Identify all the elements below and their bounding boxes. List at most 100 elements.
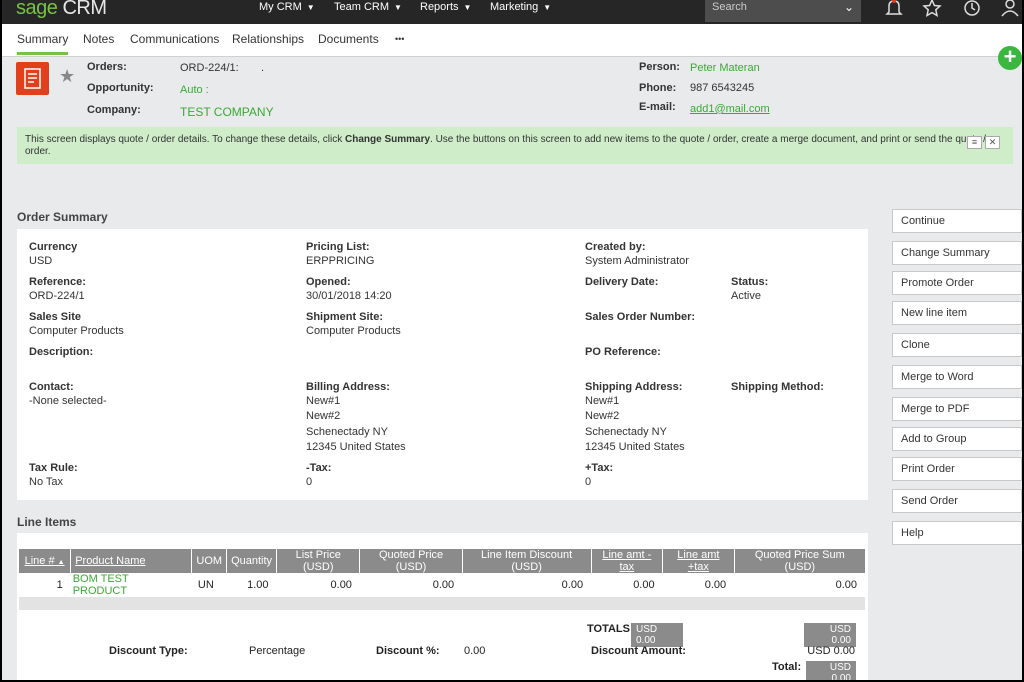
sort-ascending-icon: ▲: [57, 559, 65, 566]
order-summary-title: Order Summary: [17, 210, 108, 224]
delivery-date-label: Delivery Date:: [585, 276, 659, 288]
tab-documents[interactable]: Documents: [318, 32, 379, 46]
column-header-quoted-price[interactable]: Quoted Price (USD): [359, 549, 463, 573]
created-by-value: System Administrator: [585, 255, 689, 267]
recent-history-icon[interactable]: [962, 0, 982, 18]
total-label: Total:: [772, 661, 802, 673]
info-banner: This screen displays quote / order detai…: [17, 127, 1013, 164]
billing-line: New#2: [306, 410, 341, 422]
shipping-method-label: Shipping Method:: [731, 381, 824, 393]
column-header-quoted-price-sum[interactable]: Quoted Price Sum (USD): [734, 549, 865, 573]
orders-value: ORD-224/1:: [180, 62, 239, 74]
add-to-group-button[interactable]: Add to Group: [892, 427, 1022, 451]
send-order-button[interactable]: Send Order: [892, 489, 1022, 513]
collapse-info-icon[interactable]: ≡: [967, 136, 982, 149]
column-header-line-amt-ex-tax[interactable]: Line amt -tax: [591, 549, 664, 573]
caret-down-icon: ▼: [394, 3, 402, 12]
caret-down-icon: ▼: [543, 3, 552, 12]
column-header-product-name[interactable]: Product Name: [70, 549, 193, 573]
opportunity-link[interactable]: Auto :: [180, 84, 209, 96]
order-entity-icon: [16, 62, 49, 95]
uom-cell: UN: [191, 573, 227, 597]
orders-extra: .: [261, 62, 265, 74]
nav-my-crm[interactable]: My CRM ▼: [259, 1, 315, 13]
created-by-label: Created by:: [585, 241, 646, 253]
sales-site-value: Computer Products: [29, 325, 124, 337]
tab-notes[interactable]: Notes: [83, 32, 114, 46]
pricing-list-label: Pricing List:: [306, 241, 370, 253]
close-info-icon[interactable]: ✕: [985, 136, 1000, 149]
status-value: Active: [731, 290, 761, 302]
total-value: USD 0.00: [806, 661, 856, 682]
promote-order-button[interactable]: Promote Order: [892, 271, 1022, 295]
discount-percent-value: 0.00: [464, 645, 486, 657]
line-amt-inc-tax-cell: 0.00: [662, 573, 735, 597]
plus-tax-label: +Tax:: [585, 462, 614, 474]
currency-value: USD: [29, 255, 53, 267]
column-header-line-discount[interactable]: Line Item Discount (USD): [462, 549, 592, 573]
opened-value: 30/01/2018 14:20: [306, 290, 392, 302]
notification-bell-icon[interactable]: [884, 0, 904, 18]
column-header-quantity[interactable]: Quantity: [226, 549, 278, 573]
company-link[interactable]: TEST COMPANY: [180, 105, 274, 119]
table-footer-strip: [19, 597, 865, 610]
search-input[interactable]: Search ⌄: [705, 0, 861, 22]
tab-relationships[interactable]: Relationships: [232, 32, 304, 46]
line-items-title: Line Items: [17, 515, 77, 529]
discount-percent-label: Discount %:: [376, 645, 440, 657]
new-line-item-button[interactable]: New line item: [892, 301, 1022, 325]
chevron-down-icon[interactable]: ⌄: [844, 0, 854, 14]
tax-rule-label: Tax Rule:: [29, 462, 78, 474]
company-label: Company:: [87, 104, 141, 116]
status-label: Status:: [731, 276, 769, 288]
po-reference-label: PO Reference:: [585, 346, 661, 358]
column-header-uom[interactable]: UOM: [191, 549, 228, 573]
shipping-line: New#2: [585, 410, 620, 422]
merge-to-pdf-button[interactable]: Merge to PDF: [892, 397, 1022, 421]
change-summary-button[interactable]: Change Summary: [892, 241, 1022, 265]
merge-to-word-button[interactable]: Merge to Word: [892, 365, 1022, 389]
tax-rule-value: No Tax: [29, 476, 64, 488]
print-order-button[interactable]: Print Order: [892, 457, 1022, 481]
phone-label: Phone:: [639, 82, 677, 94]
discount-amount-value: USD 0.00: [807, 645, 855, 657]
order-summary-panel: [17, 229, 868, 500]
discount-type-label: Discount Type:: [109, 645, 188, 657]
clone-button[interactable]: Clone: [892, 333, 1022, 357]
billing-line: New#1: [306, 395, 341, 407]
help-button[interactable]: Help: [892, 521, 1022, 545]
continue-button[interactable]: Continue: [892, 209, 1022, 233]
shipping-line: Schenectady NY: [585, 426, 667, 438]
shipping-line: New#1: [585, 395, 620, 407]
totals-label: TOTALS: [587, 623, 630, 635]
favorite-star-icon[interactable]: ★: [59, 66, 75, 87]
nav-team-crm[interactable]: Team CRM ▼: [334, 1, 402, 13]
column-header-list-price[interactable]: List Price (USD): [276, 549, 361, 573]
product-name-link[interactable]: BOM TEST PRODUCT: [70, 573, 192, 597]
person-link[interactable]: Peter Materan: [690, 62, 760, 74]
totals-value: USD 0.00: [631, 623, 683, 647]
email-label: E-mail:: [639, 101, 676, 113]
discount-type-value: Percentage: [249, 645, 306, 657]
reference-value: ORD-224/1: [29, 290, 85, 302]
sales-site-label: Sales Site: [29, 311, 81, 323]
currency-label: Currency: [29, 241, 78, 253]
tab-communications[interactable]: Communications: [130, 32, 219, 46]
column-header-line-amt-inc-tax[interactable]: Line amt +tax: [662, 549, 735, 573]
add-new-button[interactable]: +: [998, 46, 1022, 70]
email-link[interactable]: add1@mail.com: [690, 103, 770, 115]
caret-down-icon: ▼: [306, 3, 315, 12]
top-navigation-bar: sage CRM My CRM ▼ Team CRM ▼ Reports ▼ Mark…: [0, 0, 1024, 24]
sales-order-number-label: Sales Order Number:: [585, 311, 696, 323]
favorites-star-icon[interactable]: [922, 0, 942, 18]
column-header-line[interactable]: Line # ▲: [19, 549, 72, 573]
tab-summary[interactable]: Summary: [17, 32, 69, 55]
quoted-price-sum-cell: 0.00: [734, 573, 865, 597]
caret-down-icon: ▼: [463, 3, 472, 12]
nav-reports[interactable]: Reports ▼: [420, 1, 471, 13]
sage-crm-logo[interactable]: sage CRM: [16, 0, 107, 20]
user-profile-icon[interactable]: [1000, 0, 1020, 18]
nav-marketing[interactable]: Marketing ▼: [490, 1, 551, 13]
line-items-table: Line # ▲ Product Name UOM Quantity List …: [19, 549, 865, 597]
tab-more[interactable]: •••: [395, 34, 404, 44]
